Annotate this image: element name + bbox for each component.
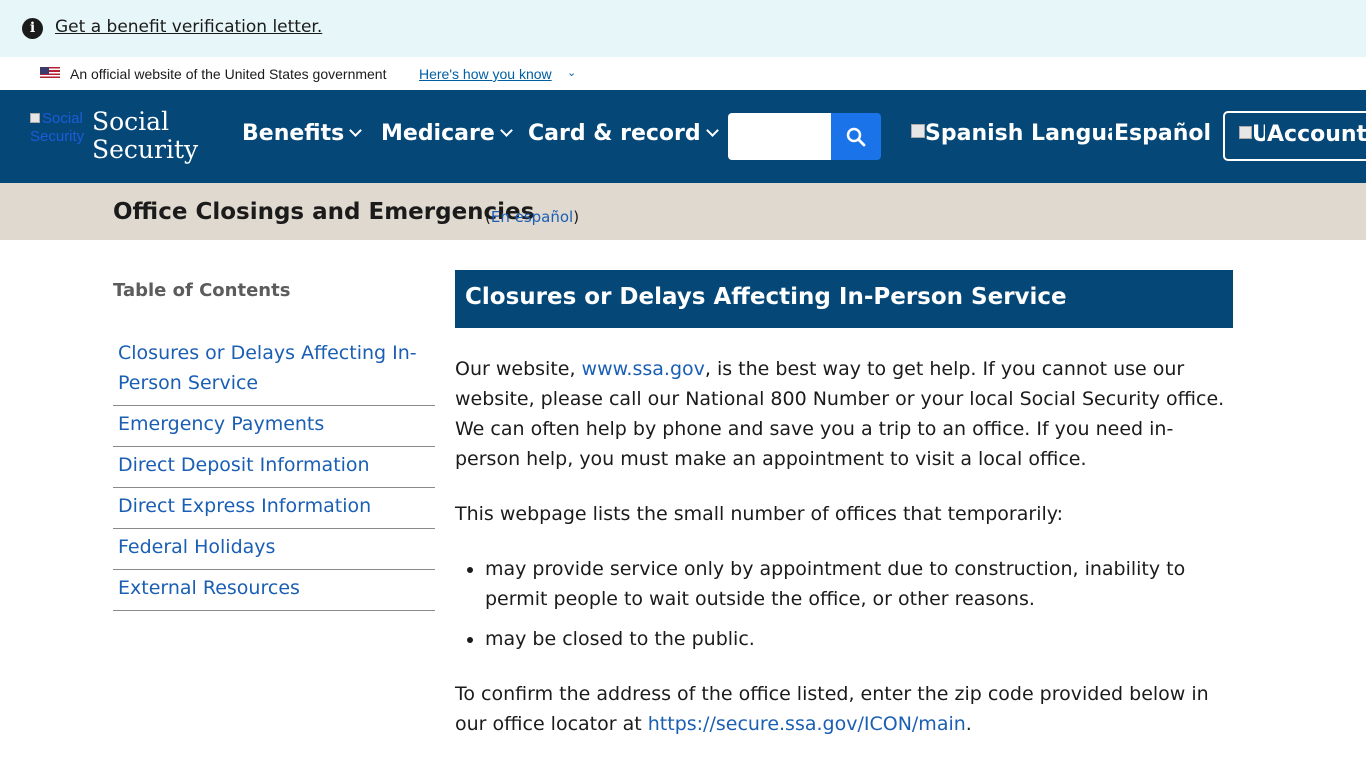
espanol-link[interactable]: Español xyxy=(1114,121,1211,146)
toc-list: Closures or Delays Affecting In-Person S… xyxy=(113,335,435,611)
info-icon: i xyxy=(22,18,43,39)
list-item: may provide service only by appointment … xyxy=(485,554,1235,614)
benefit-letter-link[interactable]: Get a benefit verification letter. xyxy=(55,17,322,37)
main-content: Our website, www.ssa.gov, is the best wa… xyxy=(455,354,1235,764)
nav-benefits[interactable]: Benefits xyxy=(242,121,363,146)
user-icon: User xyxy=(1239,122,1265,147)
spanish-version: (En español) xyxy=(485,208,580,226)
page-title-band: Office Closings and Emergencies (En espa… xyxy=(0,183,1366,240)
list-intro-paragraph: This webpage lists the small number of o… xyxy=(455,503,1064,525)
chevron-down-icon xyxy=(349,124,363,137)
section-title: Closures or Delays Affecting In-Person S… xyxy=(465,284,1067,310)
list-item: may be closed to the public. xyxy=(485,624,1235,654)
gov-banner-text: An official website of the United States… xyxy=(70,66,387,82)
logo-line-2: Security xyxy=(92,135,199,164)
nav-card-record[interactable]: Card & record xyxy=(528,121,719,146)
site-logo-text[interactable]: Social Security xyxy=(92,108,198,164)
us-flag-icon xyxy=(40,67,60,80)
account-label: Account xyxy=(1267,122,1366,147)
en-espanol-link[interactable]: En español xyxy=(491,208,573,226)
alert-banner: i Get a benefit verification letter. xyxy=(0,0,1366,57)
site-header: Social Security Social Security Benefits… xyxy=(0,90,1366,183)
how-you-know-link[interactable]: Here's how you know xyxy=(419,66,552,82)
conditions-list: may provide service only by appointment … xyxy=(485,554,1235,654)
search-input[interactable] xyxy=(728,113,831,160)
office-locator-paragraph: To confirm the address of the office lis… xyxy=(455,683,1209,735)
toc-item-external-resources[interactable]: External Resources xyxy=(113,570,435,611)
account-button[interactable]: User Account xyxy=(1223,111,1366,161)
toc-item-direct-deposit[interactable]: Direct Deposit Information xyxy=(113,447,435,488)
toc-item-closures[interactable]: Closures or Delays Affecting In-Person S… xyxy=(113,335,435,406)
toc-heading: Table of Contents xyxy=(113,280,291,301)
chevron-down-icon xyxy=(499,124,513,137)
toc-item-federal-holidays[interactable]: Federal Holidays xyxy=(113,529,435,570)
intro-paragraph: Our website, www.ssa.gov, is the best wa… xyxy=(455,358,1225,470)
search-icon xyxy=(846,127,866,147)
chevron-down-icon[interactable]: ⌄ xyxy=(567,66,576,79)
search-button[interactable] xyxy=(831,113,881,160)
gov-banner: An official website of the United States… xyxy=(0,57,1366,90)
toc-item-direct-express[interactable]: Direct Express Information xyxy=(113,488,435,529)
chevron-down-icon xyxy=(705,124,719,137)
office-locator-link[interactable]: https://secure.ssa.gov/ICON/main xyxy=(648,713,966,735)
nav-medicare[interactable]: Medicare xyxy=(381,121,513,146)
ssa-website-link[interactable]: www.ssa.gov xyxy=(582,358,705,380)
toc-item-emergency-payments[interactable]: Emergency Payments xyxy=(113,406,435,447)
logo-line-1: Social xyxy=(92,107,170,136)
logo-image[interactable]: Social Security xyxy=(30,110,88,162)
spanish-language-image[interactable]: Spanish Language xyxy=(911,121,1112,146)
section-heading-bar: Closures or Delays Affecting In-Person S… xyxy=(455,270,1233,328)
page-title: Office Closings and Emergencies xyxy=(113,199,535,225)
